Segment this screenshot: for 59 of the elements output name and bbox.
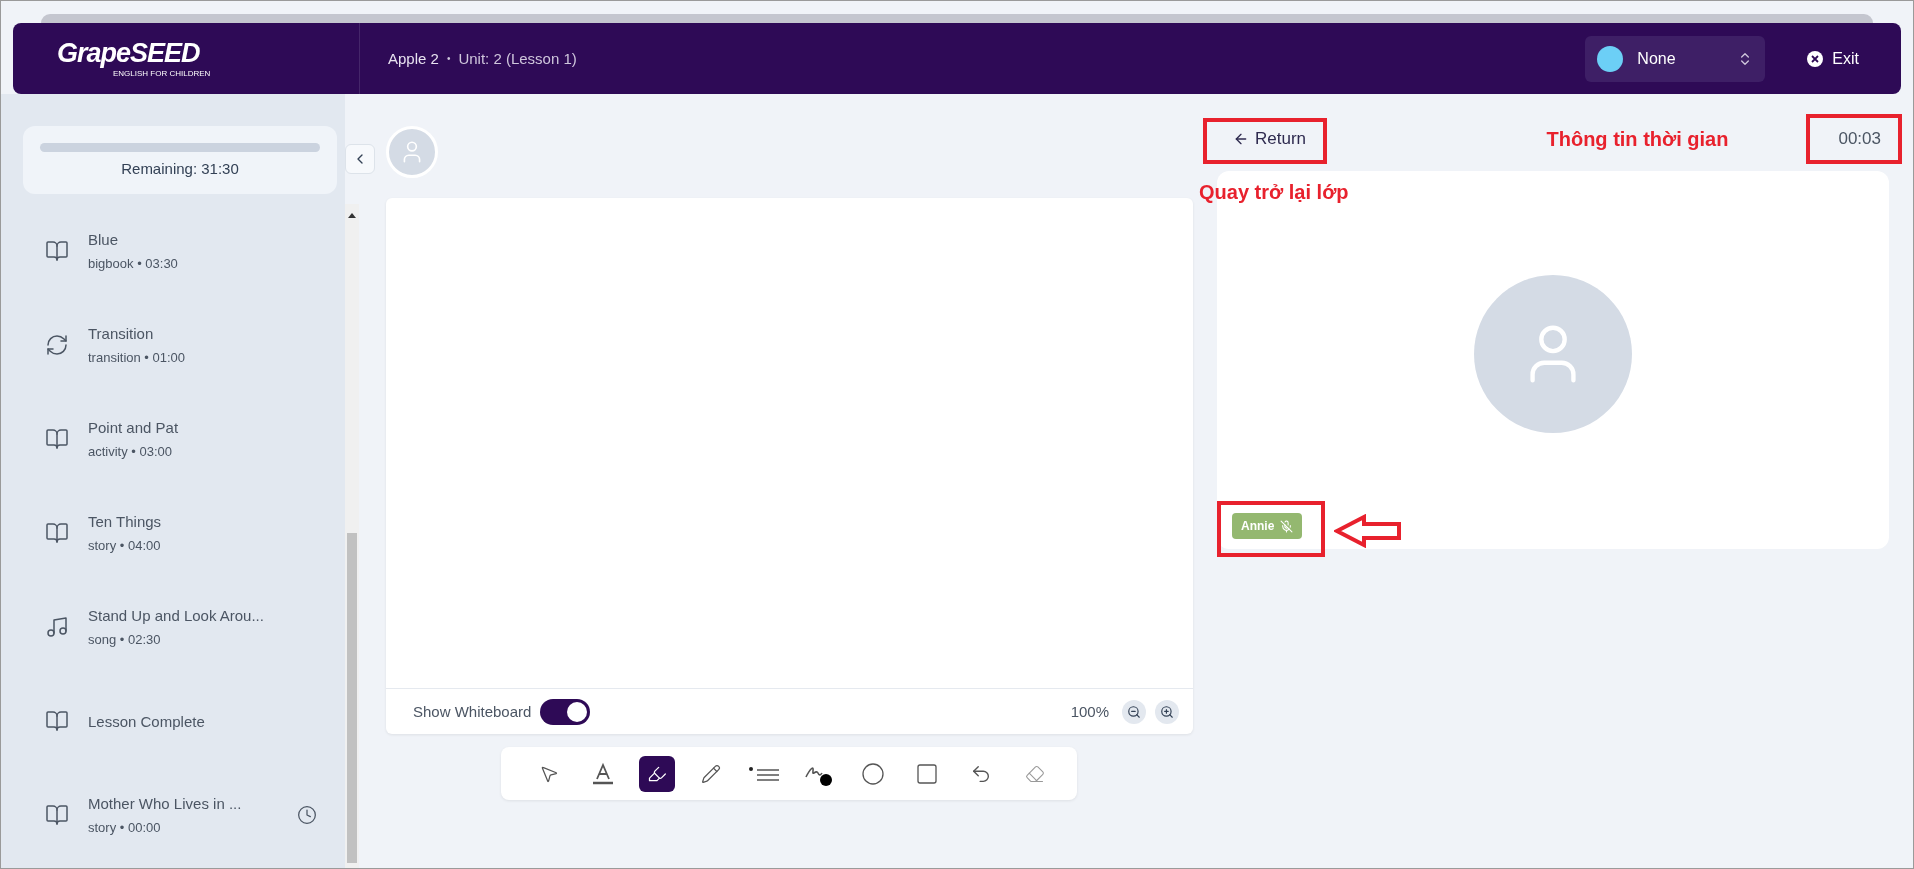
course-name: Apple 2 [388, 50, 439, 67]
zoom-out-button[interactable] [1122, 699, 1146, 724]
lesson-item[interactable]: Ten Things story • 04:00 [1, 486, 345, 580]
select-dropdown[interactable]: None [1585, 35, 1766, 82]
zoom-in-icon [1160, 704, 1174, 719]
lesson-title: Lesson Complete [88, 712, 206, 730]
lesson-item[interactable]: Lesson Complete [1, 674, 345, 768]
tool-button[interactable] [639, 755, 675, 792]
lesson-title: Point and Pat [88, 419, 180, 436]
logo-tagline: ENGLISH FOR CHILDREN [113, 68, 212, 78]
lesson-title: Blue [88, 231, 120, 248]
close-icon [1807, 50, 1824, 67]
music-note-icon [45, 615, 69, 639]
lesson-meta: story • 04:00 [88, 538, 162, 553]
lesson-meta: song • 02:30 [88, 632, 162, 647]
book-icon [45, 709, 69, 733]
session-timer: 00:03 [1838, 129, 1881, 149]
return-link[interactable]: Return [1221, 121, 1319, 157]
lesson-item[interactable]: Point and Pat activity • 03:00 [1, 392, 345, 486]
square-icon [915, 761, 939, 786]
book-icon [45, 803, 69, 827]
mic-off-icon [1280, 519, 1294, 533]
separator-dot: • [446, 53, 451, 64]
annotation-label: Thông tin thời gian [1546, 127, 1729, 151]
exit-button[interactable]: Exit [1801, 48, 1865, 69]
lesson-title: Transition [88, 325, 155, 342]
scrollbar[interactable] [345, 204, 359, 868]
whiteboard-label: Show Whiteboard [413, 703, 532, 720]
lesson-item[interactable]: Transition transition • 01:00 [1, 298, 345, 392]
annotation-arrow-icon [1334, 514, 1402, 548]
circle-icon [861, 761, 885, 786]
lesson-meta: story • 00:00 [88, 820, 162, 835]
lesson-meta: activity • 03:00 [88, 444, 174, 459]
book-icon [45, 427, 69, 451]
remaining-time: Remaining: 31:30 [121, 160, 239, 177]
unit-label: Unit: 2 (Lesson 1) [458, 50, 577, 67]
zoom-in-button[interactable] [1155, 699, 1179, 724]
annotation-label: Quay trở lại lớp [1199, 181, 1349, 204]
lesson-meta: transition • 01:00 [88, 350, 187, 365]
lesson-title: Mother Who Lives in ... [88, 795, 243, 812]
text-icon [591, 761, 615, 786]
lesson-item[interactable]: Stand Up and Look Arou... song • 02:30 [1, 580, 345, 674]
logo-name: GrapeSEED [57, 39, 201, 67]
lesson-item[interactable]: Blue bigbook • 03:30 [1, 204, 345, 298]
participant-name: Annie [1241, 519, 1275, 533]
whiteboard-toggle[interactable] [540, 698, 591, 725]
lesson-meta: bigbook • 03:30 [88, 256, 179, 271]
lesson-title: Stand Up and Look Arou... [88, 607, 265, 624]
select-value: None [1637, 49, 1677, 68]
lesson-title: Ten Things [88, 513, 163, 530]
lesson-item[interactable]: Mother Who Lives in ... story • 00:00 [1, 768, 345, 862]
refresh-icon [45, 333, 69, 357]
zoom-level: 100% [1070, 703, 1109, 720]
arrow-left-icon [1233, 131, 1249, 147]
book-icon [45, 239, 69, 263]
eraser-icon [1025, 763, 1045, 784]
pencil-icon [701, 763, 721, 784]
book-icon [45, 521, 69, 545]
zoom-out-icon [1127, 704, 1141, 719]
